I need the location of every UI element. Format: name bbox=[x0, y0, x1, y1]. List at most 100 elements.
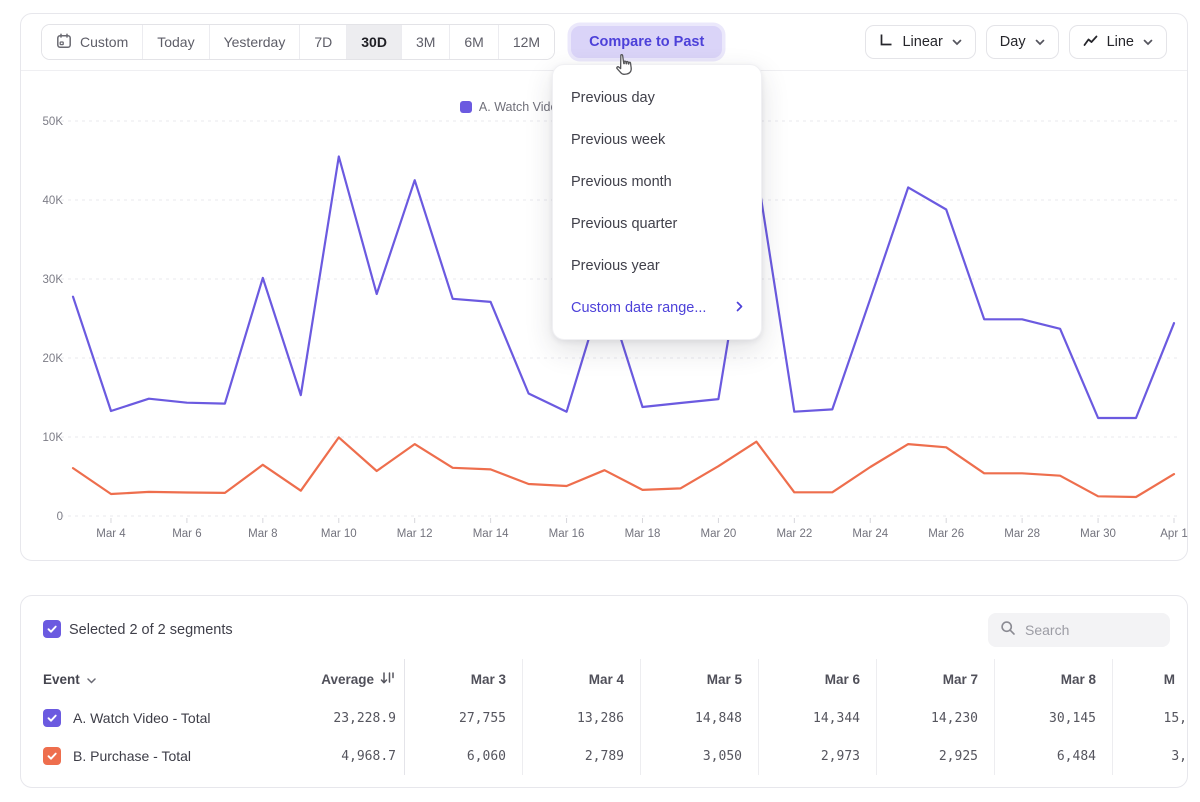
column-header-label: Mar 5 bbox=[707, 672, 742, 687]
date-range-button-label: Custom bbox=[80, 34, 128, 50]
x-axis-label: Mar 4 bbox=[96, 528, 126, 540]
column-header-label: Mar 7 bbox=[943, 672, 978, 687]
menu-item-previous-quarter[interactable]: Previous quarter bbox=[553, 203, 761, 245]
y-axis-label: 30K bbox=[43, 274, 64, 286]
segment-cell: B. Purchase - Total bbox=[21, 737, 291, 775]
search-input[interactable] bbox=[1025, 622, 1145, 638]
compare-to-past-menu: Previous dayPrevious weekPrevious monthP… bbox=[552, 64, 762, 340]
value-cell: 2,789 bbox=[522, 737, 640, 775]
pointer-hand-cursor bbox=[612, 50, 640, 85]
checkmark-icon bbox=[46, 750, 58, 762]
table-header-row: Event Average Mar 3 Mar 4 Mar 5 Mar 6 Mar 7 Mar… bbox=[21, 659, 1188, 699]
x-axis-label: Mar 10 bbox=[321, 528, 357, 540]
date-range-button-yesterday[interactable]: Yesterday bbox=[209, 25, 300, 59]
chevron-down-icon bbox=[1143, 34, 1153, 50]
segment-label: A. Watch Video - Total bbox=[73, 710, 210, 726]
table-row: A. Watch Video - Total23,228.927,75513,2… bbox=[21, 699, 1188, 737]
column-header-label: Event bbox=[43, 672, 80, 687]
x-axis-label: Mar 16 bbox=[549, 528, 585, 540]
segments-table: Event Average Mar 3 Mar 4 Mar 5 Mar 6 Mar 7 Mar… bbox=[21, 659, 1188, 775]
date-range-button-30d[interactable]: 30D bbox=[346, 25, 401, 59]
x-axis-label: Mar 8 bbox=[248, 528, 277, 540]
x-axis-label: Mar 12 bbox=[397, 528, 433, 540]
legend-swatch bbox=[460, 101, 472, 113]
column-header-label: Mar 3 bbox=[471, 672, 506, 687]
column-header-mar-8[interactable]: Mar 8 bbox=[994, 659, 1112, 699]
menu-item-previous-day[interactable]: Previous day bbox=[553, 77, 761, 119]
value-cell: 15, bbox=[1112, 699, 1187, 737]
value-cell: 3, bbox=[1112, 737, 1187, 775]
segment-checkbox[interactable] bbox=[43, 747, 61, 765]
column-header-event[interactable]: Event bbox=[21, 659, 291, 699]
chevron-down-icon bbox=[87, 672, 96, 687]
column-header-label: Mar 6 bbox=[825, 672, 860, 687]
value-cell: 30,145 bbox=[994, 699, 1112, 737]
column-header-label: M bbox=[1164, 672, 1175, 687]
column-header-mar-4[interactable]: Mar 4 bbox=[522, 659, 640, 699]
column-header-mar-5[interactable]: Mar 5 bbox=[640, 659, 758, 699]
column-header-mar-7[interactable]: Mar 7 bbox=[876, 659, 994, 699]
value-cell: 2,925 bbox=[876, 737, 994, 775]
date-range-button-7d[interactable]: 7D bbox=[299, 25, 346, 59]
average-cell: 23,228.9 bbox=[291, 699, 404, 737]
menu-item-custom-date-range[interactable]: Custom date range... bbox=[553, 287, 761, 329]
value-cell: 6,060 bbox=[404, 737, 522, 775]
chart-controls: Linear Day Line bbox=[865, 25, 1167, 59]
x-axis-label: Mar 24 bbox=[852, 528, 888, 540]
value-cell: 6,484 bbox=[994, 737, 1112, 775]
x-axis-label: Mar 26 bbox=[928, 528, 964, 540]
column-header-m[interactable]: M bbox=[1112, 659, 1187, 699]
axis-icon bbox=[879, 33, 893, 51]
select-all-checkbox[interactable] bbox=[43, 620, 61, 638]
column-header-mar-6[interactable]: Mar 6 bbox=[758, 659, 876, 699]
chart-type-dropdown[interactable]: Line bbox=[1069, 25, 1167, 59]
y-axis-label: 50K bbox=[43, 116, 64, 128]
date-range-button-12m[interactable]: 12M bbox=[498, 25, 554, 59]
segments-header: Selected 2 of 2 segments bbox=[21, 596, 1187, 659]
column-header-label: Average bbox=[321, 672, 374, 687]
x-axis-label: Mar 22 bbox=[776, 528, 812, 540]
column-header-label: Mar 8 bbox=[1061, 672, 1096, 687]
search-icon bbox=[1000, 620, 1016, 641]
date-range-button-custom[interactable]: Custom bbox=[42, 25, 142, 59]
x-axis-label: Mar 20 bbox=[701, 528, 737, 540]
granularity-dropdown-label: Day bbox=[1000, 34, 1026, 50]
granularity-dropdown[interactable]: Day bbox=[986, 25, 1059, 59]
y-axis-label: 0 bbox=[57, 511, 63, 523]
table-row: B. Purchase - Total4,968.76,0602,7893,05… bbox=[21, 737, 1188, 775]
search-box[interactable] bbox=[988, 613, 1170, 647]
x-axis-label: Apr 1 bbox=[1160, 528, 1188, 540]
x-axis-label: Mar 18 bbox=[625, 528, 661, 540]
menu-item-previous-year[interactable]: Previous year bbox=[553, 245, 761, 287]
chevron-down-icon bbox=[952, 34, 962, 50]
menu-item-previous-week[interactable]: Previous week bbox=[553, 119, 761, 161]
date-range-button-3m[interactable]: 3M bbox=[401, 25, 449, 59]
segment-cell: A. Watch Video - Total bbox=[21, 699, 291, 737]
checkmark-icon bbox=[46, 712, 58, 724]
x-axis-label: Mar 28 bbox=[1004, 528, 1040, 540]
date-range-button-label: 30D bbox=[361, 34, 387, 50]
scale-dropdown-label: Linear bbox=[902, 34, 942, 50]
chevron-right-icon bbox=[736, 300, 743, 316]
sort-desc-icon bbox=[380, 671, 396, 688]
checkmark-icon bbox=[46, 623, 58, 635]
date-range-button-label: Today bbox=[157, 34, 194, 50]
date-range-button-6m[interactable]: 6M bbox=[449, 25, 497, 59]
date-range-button-today[interactable]: Today bbox=[142, 25, 208, 59]
column-header-average[interactable]: Average bbox=[291, 659, 404, 699]
column-header-label: Mar 4 bbox=[589, 672, 624, 687]
value-cell: 2,973 bbox=[758, 737, 876, 775]
y-axis-label: 10K bbox=[43, 432, 64, 444]
series-line[interactable] bbox=[73, 437, 1174, 497]
calendar-icon bbox=[56, 33, 72, 52]
date-range-button-label: Yesterday bbox=[224, 34, 286, 50]
segments-selected-label: Selected 2 of 2 segments bbox=[69, 622, 233, 638]
chart-type-dropdown-label: Line bbox=[1107, 34, 1134, 50]
value-cell: 14,848 bbox=[640, 699, 758, 737]
date-range-group: Custom Today Yesterday 7D 30D 3M6M12M bbox=[41, 24, 555, 60]
segment-checkbox[interactable] bbox=[43, 709, 61, 727]
compare-to-past-button[interactable]: Compare to Past bbox=[571, 26, 722, 58]
scale-dropdown[interactable]: Linear bbox=[865, 25, 975, 59]
menu-item-previous-month[interactable]: Previous month bbox=[553, 161, 761, 203]
column-header-mar-3[interactable]: Mar 3 bbox=[404, 659, 522, 699]
